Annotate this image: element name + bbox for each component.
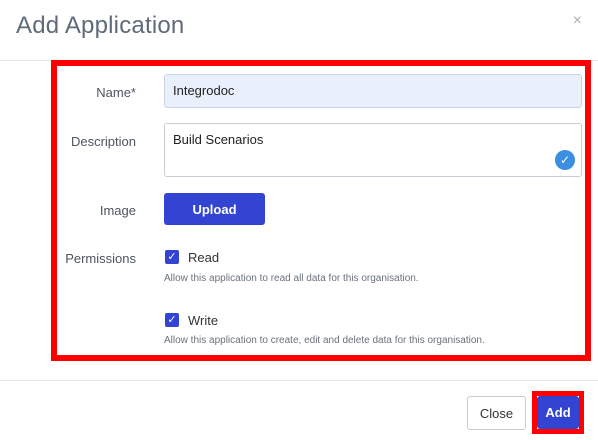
read-checkbox-label[interactable]: Read: [188, 250, 219, 265]
read-checkbox[interactable]: ✓: [165, 250, 179, 264]
add-button[interactable]: Add: [537, 396, 579, 429]
verified-check-icon: ✓: [555, 150, 575, 170]
upload-button[interactable]: Upload: [164, 193, 265, 225]
close-button[interactable]: Close: [467, 396, 526, 430]
description-label: Description: [70, 134, 136, 149]
write-checkbox[interactable]: ✓: [165, 313, 179, 327]
dialog-title: Add Application: [16, 12, 185, 39]
footer-divider: [0, 380, 598, 381]
description-textarea[interactable]: Build Scenarios: [164, 123, 582, 177]
permissions-label: Permissions: [65, 251, 136, 266]
name-input[interactable]: Integrodoc: [164, 74, 582, 108]
close-icon[interactable]: ×: [573, 12, 582, 30]
read-help-text: Allow this application to read all data …: [164, 273, 419, 284]
write-help-text: Allow this application to create, edit a…: [164, 335, 485, 346]
write-checkbox-label[interactable]: Write: [188, 313, 218, 328]
name-label: Name*: [96, 85, 136, 100]
image-label: Image: [99, 203, 136, 218]
dialog-header: Add Application ×: [0, 0, 598, 61]
